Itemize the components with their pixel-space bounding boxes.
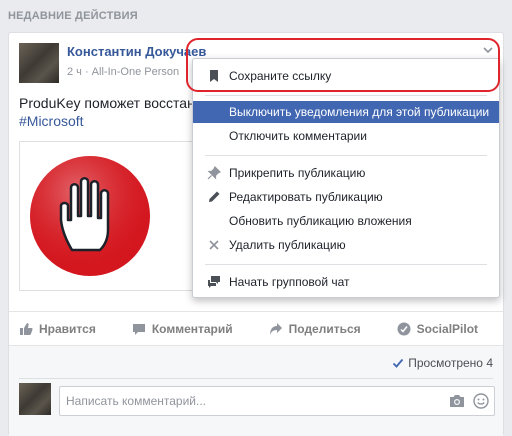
comments-area: Просмотрено 4 [9, 345, 503, 436]
comment-button[interactable]: Комментарий [132, 322, 233, 336]
post-text: ProduKey поможет восстан [19, 95, 195, 111]
menu-item-label: Начать групповой чат [229, 275, 350, 289]
menu-item-save-link[interactable]: Сохраните ссылку [193, 65, 499, 87]
menu-item-notifications-off[interactable]: Выключить уведомления для этой публикаци… [193, 101, 499, 123]
post-options-menu: Сохраните ссылку Выключить уведомления д… [192, 58, 500, 298]
close-icon [209, 240, 219, 250]
chat-bubbles-icon [208, 276, 220, 288]
menu-divider [205, 95, 487, 96]
share-button[interactable]: Поделиться [269, 322, 361, 336]
menu-item-label: Обновить публикацию вложения [229, 214, 412, 228]
menu-item-update-attachments[interactable]: Обновить публикацию вложения [193, 210, 499, 232]
seen-indicator[interactable]: Просмотрено 4 [392, 356, 493, 370]
share-arrow-icon [269, 322, 282, 335]
menu-item-delete[interactable]: Удалить публикацию [193, 234, 499, 256]
pencil-icon [209, 191, 220, 202]
action-bar: Нравится Комментарий Поделиться SocialPi… [9, 311, 503, 345]
menu-divider [205, 155, 487, 156]
menu-item-label: Удалить публикацию [229, 238, 346, 252]
commenter-avatar[interactable] [19, 383, 51, 415]
checkmark-icon [393, 358, 404, 368]
menu-item-pin[interactable]: Прикрепить публикацию [193, 162, 499, 184]
menu-item-group-chat[interactable]: Начать групповой чат [193, 271, 499, 293]
bookmark-icon [210, 70, 218, 82]
comment-input[interactable] [59, 386, 495, 416]
menu-item-edit[interactable]: Редактировать публикацию [193, 186, 499, 208]
socialpilot-label: SocialPilot [416, 321, 479, 336]
menu-item-disable-comments[interactable]: Отключить комментарии [193, 125, 499, 147]
post-meta[interactable]: 2 ч · All-In-One Person [67, 66, 191, 78]
hashtag-link[interactable]: #Microsoft [19, 113, 84, 129]
menu-item-label: Выключить уведомления для этой публикаци… [229, 105, 490, 119]
menu-item-label: Отключить комментарии [229, 129, 367, 143]
share-label: Поделиться [288, 321, 361, 336]
chevron-down-icon[interactable] [481, 43, 495, 57]
menu-divider [205, 264, 487, 265]
author-avatar[interactable] [19, 43, 59, 83]
pin-icon [207, 166, 221, 180]
seen-label: Просмотрено 4 [408, 356, 493, 370]
camera-icon[interactable] [449, 394, 465, 408]
divider [19, 378, 493, 379]
menu-item-label: Редактировать публикацию [229, 190, 383, 204]
emoji-icon[interactable] [473, 393, 489, 409]
like-button[interactable]: Нравится [19, 322, 96, 336]
section-header: НЕДАВНИЕ ДЕЙСТВИЯ [8, 10, 138, 22]
stop-hand-image [30, 156, 150, 276]
menu-item-label: Прикрепить публикацию [229, 166, 366, 180]
thumbs-up-icon [20, 322, 33, 335]
like-label: Нравится [39, 321, 96, 336]
comment-label: Комментарий [151, 321, 233, 336]
author-name[interactable]: Константин Докучаев [67, 44, 206, 59]
comment-icon [132, 323, 145, 335]
socialpilot-icon [397, 322, 411, 335]
menu-item-label: Сохраните ссылку [229, 69, 332, 83]
socialpilot-button[interactable]: SocialPilot [397, 322, 478, 336]
